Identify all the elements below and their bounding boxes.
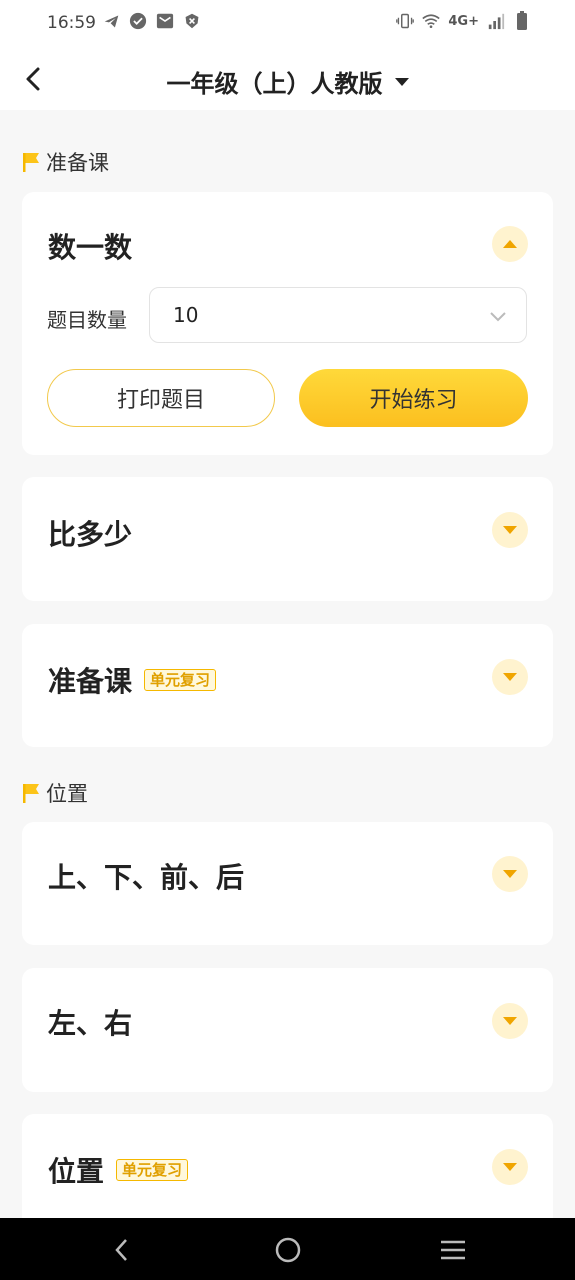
vibrate-icon [396,12,415,30]
top-app-bar: 一年级（上）人教版 [0,48,575,110]
check-circle-icon [129,12,147,30]
expand-button[interactable] [492,659,528,695]
caret-down-icon [503,673,517,681]
expand-button[interactable] [492,1149,528,1185]
start-button-label: 开始练习 [369,388,458,413]
lesson-title: 位置 单元复习 [48,1150,189,1190]
flag-icon [23,784,39,803]
lesson-title-text: 位置 [48,1155,105,1188]
question-count-label: 题目数量 [47,308,127,332]
print-questions-button[interactable]: 打印题目 [47,369,275,427]
nav-recents-button[interactable] [437,1234,469,1266]
unit-review-tag: 单元复习 [144,669,217,691]
status-time: 16:59 [47,13,96,33]
lesson-title: 比多少 [48,513,132,553]
question-count-value: 10 [173,303,199,327]
expand-button[interactable] [492,1003,528,1039]
lesson-card[interactable]: 比多少 [22,477,553,601]
section-label-2: 位置 [22,778,88,808]
nav-home-button[interactable] [272,1234,304,1266]
lesson-card-expanded: 数一数 题目数量 10 打印题目 开始练习 [22,192,553,455]
mail-icon [156,12,174,30]
lesson-title: 数一数 [48,226,132,266]
caret-down-icon [503,1163,517,1171]
print-button-label: 打印题目 [116,388,205,413]
status-bar: 16:59 4G+ [0,0,575,48]
lesson-title-text: 上、下、前、后 [48,861,245,894]
status-icons-right: 4G+ [396,11,531,30]
lesson-card[interactable]: 上、下、前、后 [22,822,553,945]
network-type: 4G+ [448,13,479,29]
system-nav-bar [0,1218,575,1280]
section-title: 准备课 [46,151,109,175]
page-title: 一年级（上）人教版 [166,70,383,98]
nav-menu-icon [441,1240,465,1260]
nav-back-button[interactable] [106,1234,138,1266]
lesson-title-text: 比多少 [48,518,133,551]
chevron-down-icon [490,312,506,322]
collapse-button[interactable] [492,226,528,262]
expand-button[interactable] [492,856,528,892]
question-count-select[interactable]: 10 [149,287,527,343]
battery-icon [513,11,531,30]
caret-down-icon [503,870,517,878]
grade-selector[interactable]: 一年级（上）人教版 [0,64,575,99]
lesson-title-text: 数一数 [48,231,133,264]
status-icons-left [102,12,201,30]
section-label-1: 准备课 [22,147,109,177]
caret-down-icon [394,77,409,86]
lesson-title: 左、右 [48,1002,132,1042]
nav-home-icon [275,1237,301,1263]
expand-button[interactable] [492,512,528,548]
shield-icon [183,12,201,30]
lesson-title-text: 左、右 [48,1007,133,1040]
caret-up-icon [503,240,517,248]
flag-icon [23,153,39,172]
lesson-card[interactable]: 左、右 [22,968,553,1092]
caret-down-icon [503,1017,517,1025]
lesson-card[interactable]: 准备课 单元复习 [22,624,553,747]
section-title: 位置 [46,782,88,806]
nav-back-icon [115,1239,127,1261]
telegram-icon [102,12,120,30]
start-practice-button[interactable]: 开始练习 [299,369,528,427]
wifi-icon [422,12,441,30]
caret-down-icon [503,526,517,534]
signal-icon [487,12,505,30]
lesson-title-text: 准备课 [48,665,133,698]
unit-review-tag: 单元复习 [116,1159,189,1181]
lesson-title: 准备课 单元复习 [48,660,217,700]
lesson-title: 上、下、前、后 [48,856,244,896]
